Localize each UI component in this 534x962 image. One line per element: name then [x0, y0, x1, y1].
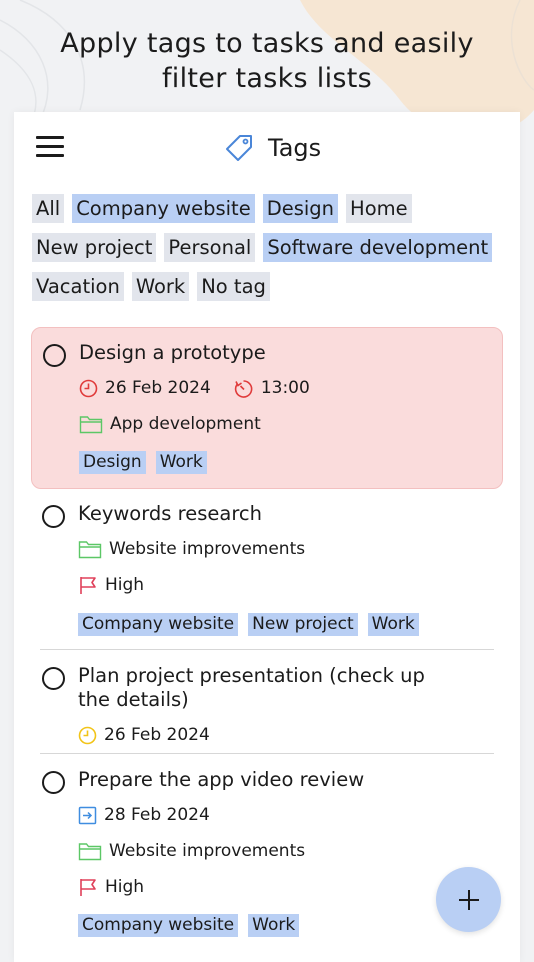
task-tag: Work	[155, 451, 207, 474]
task-project: Website improvements	[78, 839, 305, 863]
add-task-button[interactable]	[436, 867, 501, 932]
folder-icon	[78, 540, 102, 558]
task-date: 26 Feb 2024	[105, 378, 211, 398]
task-date: 26 Feb 2024	[104, 725, 210, 745]
task-schedule: 28 Feb 2024	[78, 803, 210, 827]
task-item[interactable]: Prepare the app video review 28 Feb 2024…	[31, 755, 501, 955]
filter-row: Vacation Work No tag	[32, 272, 502, 301]
filter-chip-new-project[interactable]: New project	[32, 233, 157, 262]
task-title: Design a prototype	[79, 341, 266, 364]
app-screen: Tags All Company website Design Home New…	[14, 112, 520, 962]
project-name: App development	[110, 414, 261, 434]
filter-chip-no-tag[interactable]: No tag	[197, 272, 270, 301]
filter-chip-all[interactable]: All	[32, 194, 65, 223]
task-item[interactable]: Keywords research Website improvements H…	[31, 489, 501, 649]
task-tag: Company website	[78, 613, 239, 636]
task-priority: High	[78, 875, 144, 899]
task-project: App development	[79, 412, 261, 436]
folder-icon	[79, 415, 103, 433]
task-date: 28 Feb 2024	[104, 805, 210, 825]
filter-row: New project Personal Software developmen…	[32, 233, 502, 262]
filter-chip-home[interactable]: Home	[346, 194, 412, 223]
task-title: Plan project presentation (check up the …	[78, 664, 425, 711]
hamburger-icon[interactable]	[36, 136, 64, 158]
flag-icon	[80, 577, 96, 594]
title-text: Tags	[268, 134, 322, 162]
task-tags: Company website Work	[78, 914, 309, 937]
task-tags: Company website New project Work	[78, 613, 429, 636]
headline-line-2: filter tasks lists	[162, 63, 372, 94]
promo-headline: Apply tags to tasks and easily filter ta…	[0, 26, 534, 96]
plus-icon	[458, 889, 479, 910]
calendar-arrow-icon	[78, 806, 97, 824]
task-checkbox[interactable]	[42, 505, 65, 528]
filter-chip-company-website[interactable]: Company website	[72, 194, 255, 223]
task-item[interactable]: Plan project presentation (check up the …	[31, 651, 501, 753]
task-title: Keywords research	[78, 502, 263, 525]
task-title: Prepare the app video review	[78, 768, 365, 791]
divider	[40, 753, 494, 754]
task-tag: Company website	[78, 914, 239, 937]
filter-chip-vacation[interactable]: Vacation	[32, 272, 124, 301]
filter-chip-work[interactable]: Work	[131, 272, 190, 301]
task-tag: New project	[248, 613, 358, 636]
headline-line-1: Apply tags to tasks and easily	[60, 28, 474, 59]
task-item[interactable]: Design a prototype 26 Feb 2024 13:00 App…	[31, 327, 503, 489]
task-schedule: 26 Feb 2024	[78, 723, 210, 747]
priority-label: High	[105, 575, 145, 595]
task-tag: Work	[367, 613, 419, 636]
task-tags: Design Work	[79, 451, 217, 474]
task-tag: Work	[248, 914, 300, 937]
folder-icon	[78, 842, 102, 860]
project-name: Website improvements	[109, 539, 306, 559]
clock-icon	[78, 726, 97, 744]
priority-label: High	[105, 877, 145, 897]
top-bar: Tags	[14, 112, 520, 182]
page-title: Tags	[224, 130, 321, 166]
filter-chip-personal[interactable]: Personal	[164, 233, 256, 262]
task-priority: High	[78, 573, 144, 597]
filter-chip-software-development[interactable]: Software development	[263, 233, 493, 262]
flag-icon	[80, 879, 96, 896]
filter-chip-design[interactable]: Design	[262, 194, 339, 223]
task-project: Website improvements	[78, 537, 305, 561]
task-checkbox[interactable]	[42, 771, 65, 794]
task-checkbox[interactable]	[42, 667, 65, 690]
project-name: Website improvements	[109, 841, 306, 861]
tag-icon	[226, 135, 252, 161]
task-time: 13:00	[260, 378, 310, 398]
task-tag: Design	[79, 451, 146, 474]
timer-icon	[234, 379, 253, 398]
task-schedule: 26 Feb 2024 13:00	[79, 376, 310, 400]
clock-icon	[79, 379, 98, 397]
task-checkbox[interactable]	[43, 344, 66, 367]
tag-filter-list: All Company website Design Home New proj…	[32, 194, 502, 311]
divider	[40, 649, 494, 650]
filter-row: All Company website Design Home	[32, 194, 502, 223]
